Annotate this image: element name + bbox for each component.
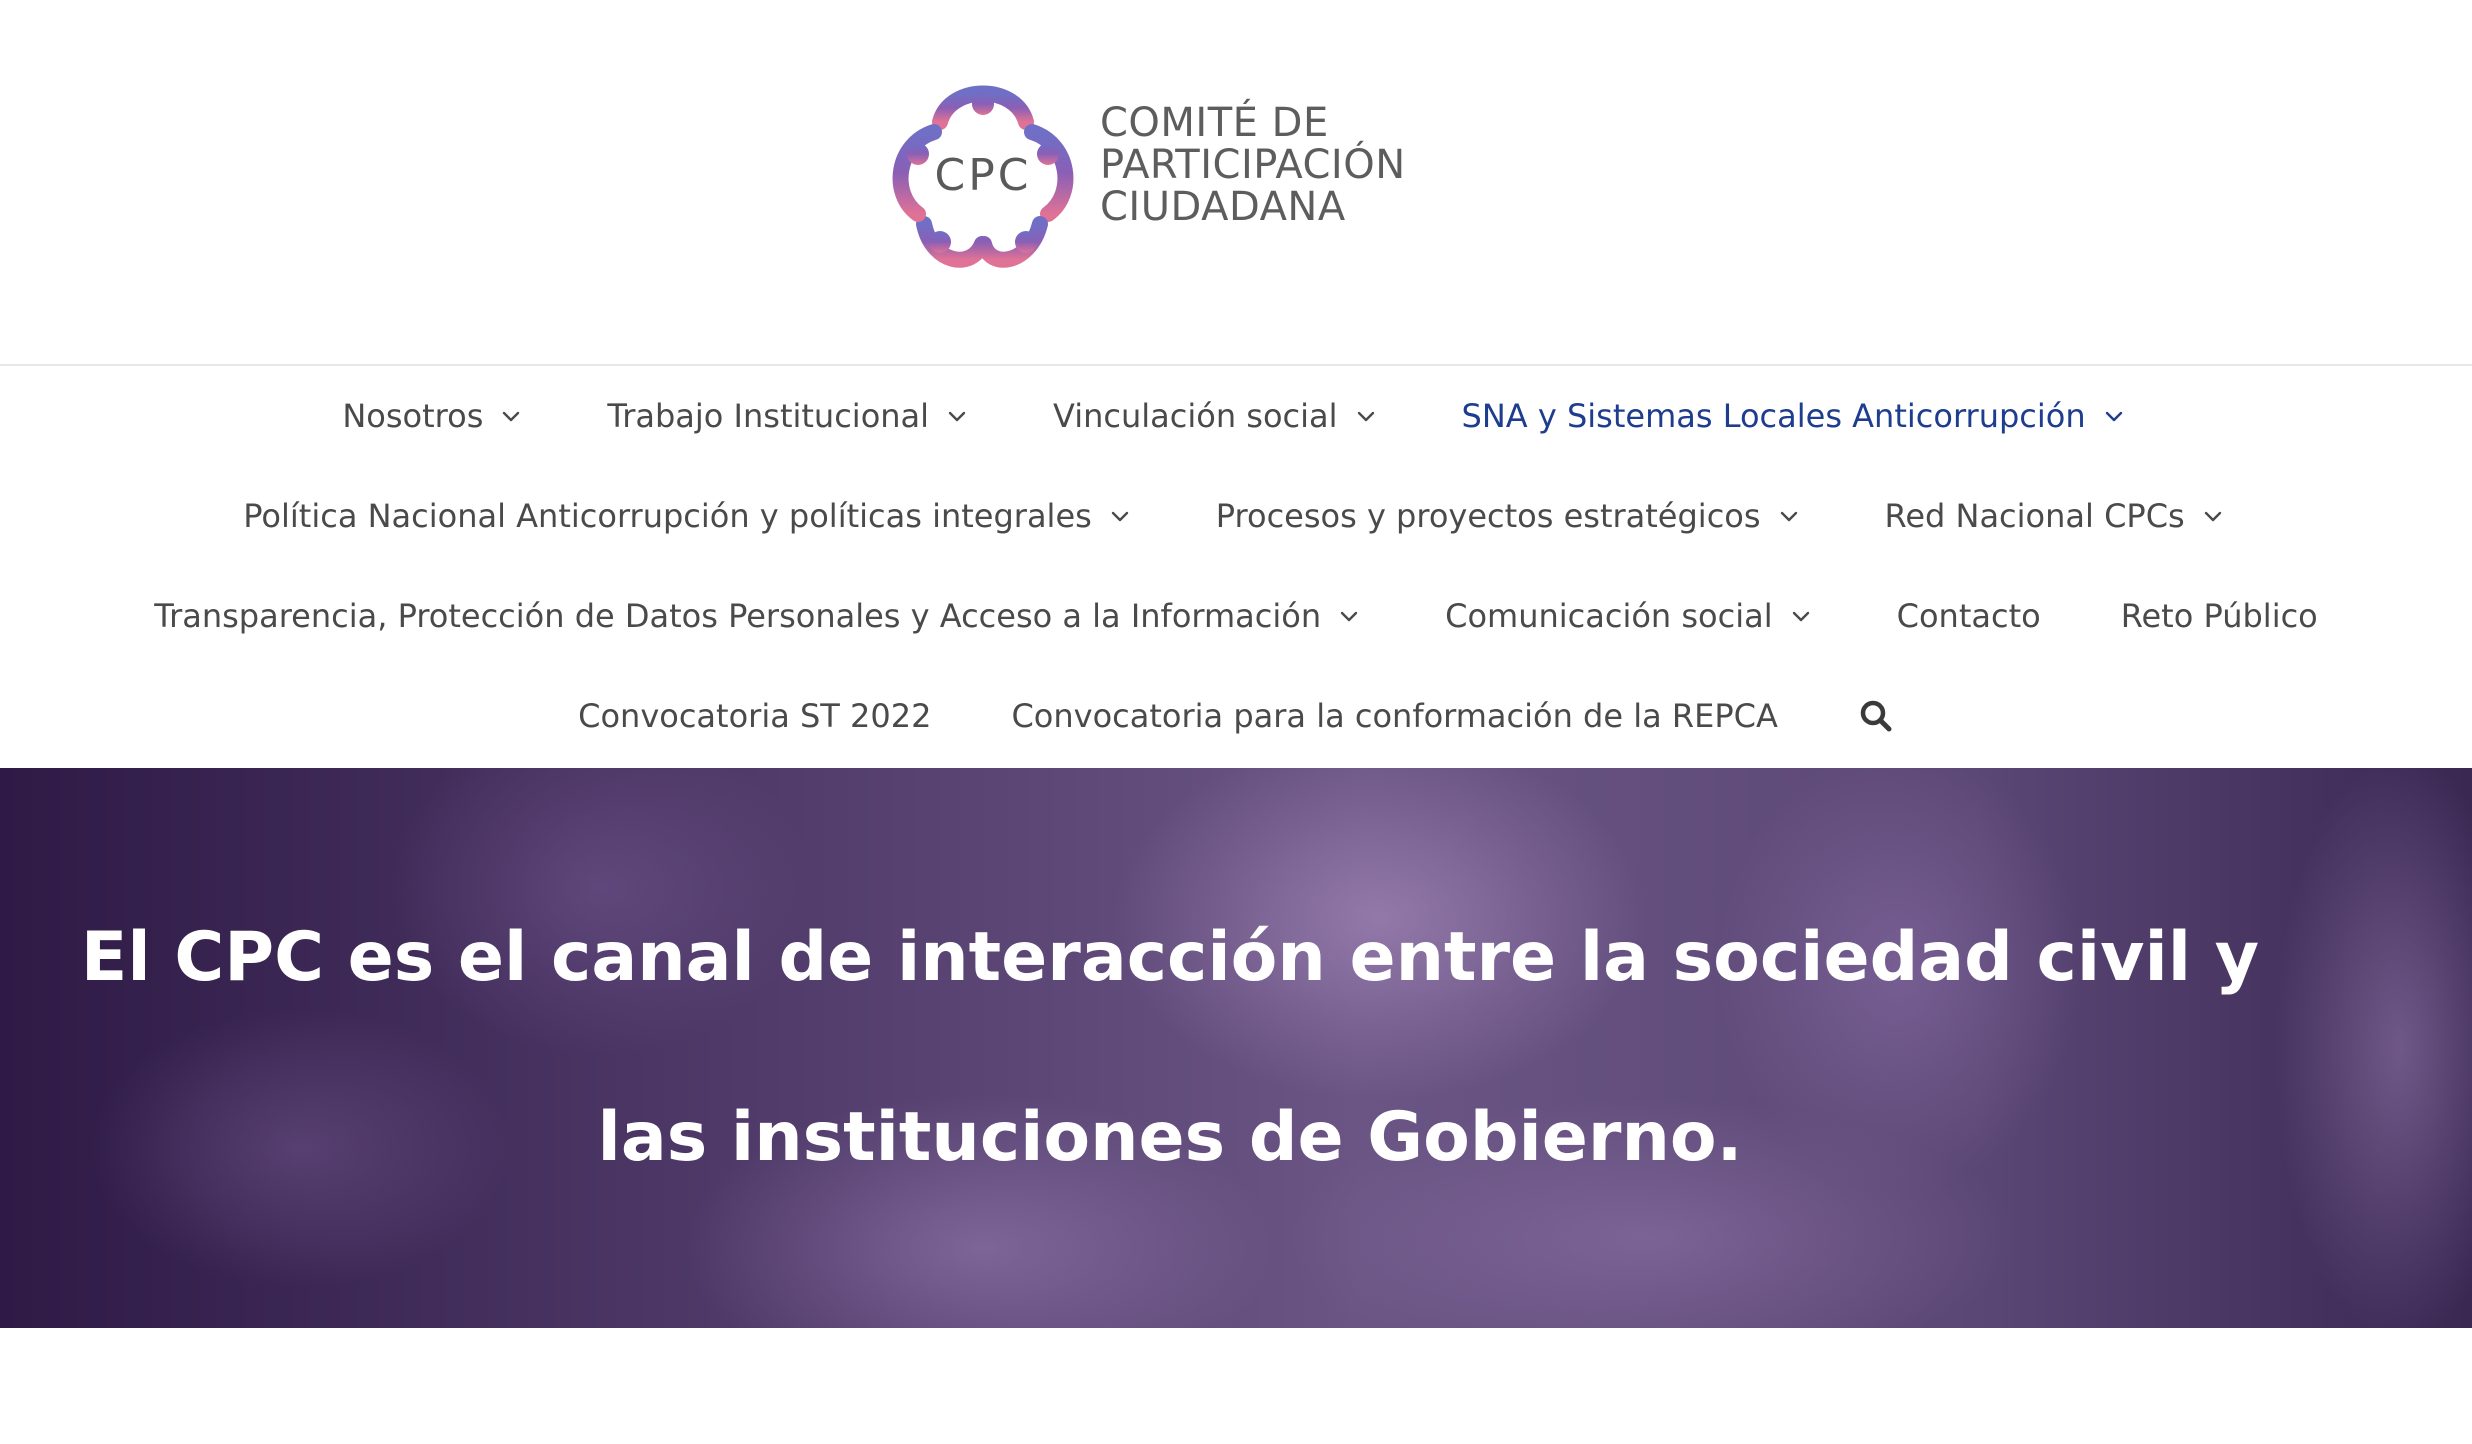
nav-row-1: Nosotros Trabajo Institucional Vinculaci… [0,366,2472,466]
logo-wordmark: COMITÉ DE PARTICIPACIÓN CIUDADANA [1100,102,1440,228]
nav-item-sna-sistemas-locales[interactable]: SNA y Sistemas Locales Anticorrupción [1462,397,2130,435]
nav-item-label: Nosotros [342,397,484,435]
search-button[interactable] [1858,698,1894,734]
chevron-down-icon [495,400,527,432]
nav-item-label: SNA y Sistemas Locales Anticorrupción [1461,397,2086,435]
logo-line-2: PARTICIPACIÓN [1100,142,1406,188]
nav-item-label: Transparencia, Protección de Datos Perso… [154,597,1322,635]
search-icon [1860,700,1892,732]
nav-item-nosotros[interactable]: Nosotros [342,397,527,435]
site-logo[interactable]: CPC COMITÉ DE PARTICIPACIÓN CIUDADANA [880,74,1440,274]
nav-item-label: Vinculación social [1053,397,1338,435]
page-content-start [0,1328,2472,1444]
nav-item-politica-nacional[interactable]: Política Nacional Anticorrupción y polít… [243,497,1136,535]
chevron-down-icon [1350,400,1382,432]
cpc-logo-icon: CPC [892,85,1074,268]
nav-item-red-nacional-cpcs[interactable]: Red Nacional CPCs [1885,497,2229,535]
svg-text:CPC: CPC [935,150,1032,201]
nav-item-label: Red Nacional CPCs [1884,497,2185,535]
nav-item-label: Trabajo Institucional [607,397,930,435]
nav-item-contacto[interactable]: Contacto [1897,597,2041,635]
site-header: CPC COMITÉ DE PARTICIPACIÓN CIUDADANA [0,0,2472,364]
nav-item-label: Convocatoria ST 2022 [578,697,932,735]
nav-item-label: Convocatoria para la conformación de la … [1011,697,1778,735]
nav-item-vinculacion-social[interactable]: Vinculación social [1053,397,1381,435]
nav-item-trabajo-institucional[interactable]: Trabajo Institucional [607,397,973,435]
nav-item-comunicacion-social[interactable]: Comunicación social [1445,597,1817,635]
hero-title: El CPC es el canal de interacción entre … [80,918,2260,1177]
main-navigation: Nosotros Trabajo Institucional Vinculaci… [0,366,2472,768]
nav-item-transparencia[interactable]: Transparencia, Protección de Datos Perso… [154,597,1365,635]
nav-row-3: Transparencia, Protección de Datos Perso… [0,566,2472,666]
nav-item-label: Reto Público [2120,597,2318,635]
nav-item-reto-publico[interactable]: Reto Público [2121,597,2318,635]
nav-item-label: Comunicación social [1445,597,1773,635]
chevron-down-icon [1333,600,1365,632]
hero-banner: El CPC es el canal de interacción entre … [0,768,2472,1328]
chevron-down-icon [1104,500,1136,532]
nav-item-label: Procesos y proyectos estratégicos [1215,497,1761,535]
nav-row-4: Convocatoria ST 2022 Convocatoria para l… [0,666,2472,766]
logo-line-1: COMITÉ DE [1100,100,1329,146]
chevron-down-icon [1773,500,1805,532]
chevron-down-icon [2197,500,2229,532]
logo-line-3: CIUDADANA [1100,184,1346,230]
nav-row-2: Política Nacional Anticorrupción y polít… [0,466,2472,566]
nav-item-convocatoria-repca[interactable]: Convocatoria para la conformación de la … [1011,697,1777,735]
nav-item-procesos-proyectos[interactable]: Procesos y proyectos estratégicos [1216,497,1805,535]
chevron-down-icon [941,400,973,432]
chevron-down-icon [1785,600,1817,632]
nav-item-label: Contacto [1896,597,2041,635]
nav-item-convocatoria-st-2022[interactable]: Convocatoria ST 2022 [578,697,931,735]
chevron-down-icon [2098,400,2130,432]
nav-item-label: Política Nacional Anticorrupción y polít… [243,497,1092,535]
